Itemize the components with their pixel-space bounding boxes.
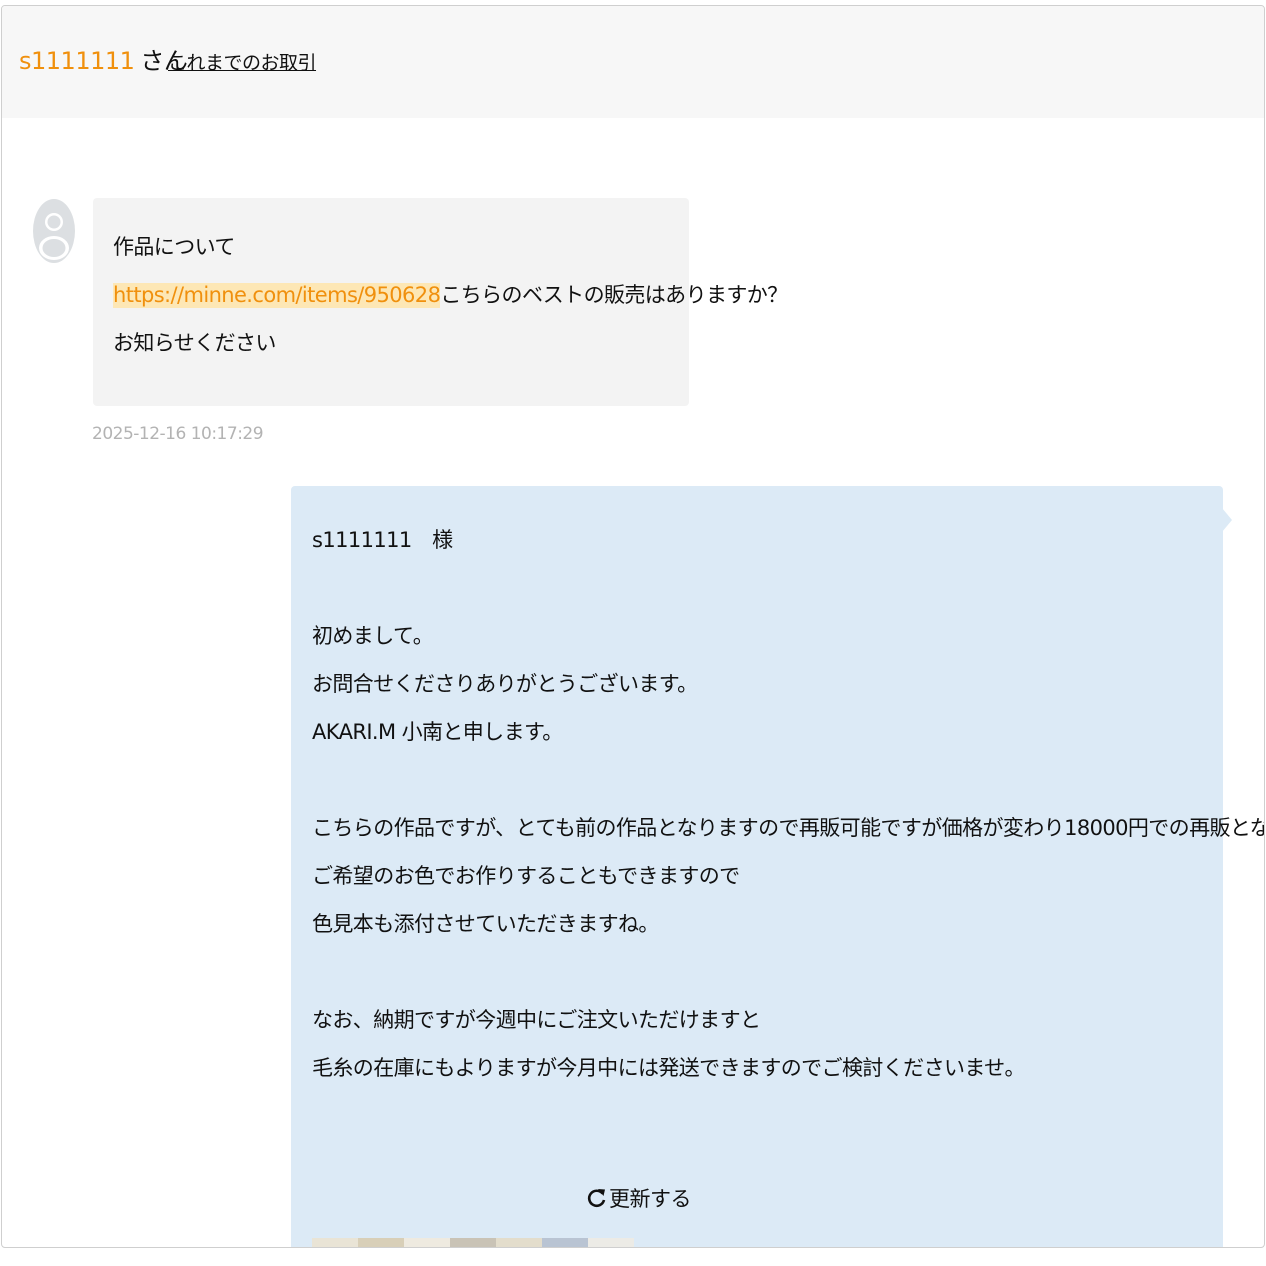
color-swatch xyxy=(312,1238,358,1247)
message-line: AKARI.M 小南と申します。 xyxy=(312,720,563,744)
color-swatch xyxy=(358,1238,404,1247)
message-line: お問合せくださりありがとうございます。 xyxy=(312,672,698,696)
message-line: お知らせください xyxy=(113,331,276,355)
refresh-button[interactable]: 更新する xyxy=(587,1184,692,1214)
color-swatch xyxy=(588,1238,634,1247)
attached-color-sample-image[interactable] xyxy=(312,1238,634,1247)
partner-name: s1111111 さん xyxy=(19,46,188,76)
avatar[interactable] xyxy=(33,199,75,263)
message-line: 初めまして。 xyxy=(312,624,434,648)
refresh-label: 更新する xyxy=(609,1187,692,1211)
message-window: s1111111 さん これまでのお取引 作品について https://minne… xyxy=(1,5,1265,1248)
bubble-tail xyxy=(1222,508,1232,532)
conversation-header: s1111111 さん これまでのお取引 xyxy=(2,6,1264,118)
user-avatar-icon xyxy=(33,199,75,263)
color-swatch xyxy=(496,1238,542,1247)
partner-username[interactable]: s1111111 xyxy=(19,47,135,75)
transaction-history-link[interactable]: これまでのお取引 xyxy=(168,50,317,76)
message-timestamp: 2025-12-16 10:17:29 xyxy=(92,424,264,444)
incoming-message-bubble: 作品について https://minne.com/items/950628こちら… xyxy=(93,198,788,406)
message-line: 作品について xyxy=(113,235,235,259)
item-link[interactable]: https://minne.com/items/950628 xyxy=(113,283,441,308)
color-swatch xyxy=(450,1238,496,1247)
color-swatch xyxy=(404,1238,450,1247)
color-swatch xyxy=(542,1238,588,1247)
message-line: なお、納期ですが今週中にご注文いただけますと xyxy=(312,1008,761,1032)
message-text: こちらのベストの販売はありますか？ xyxy=(440,283,788,307)
message-line: 色見本も添付させていただきますね。 xyxy=(312,912,659,936)
message-line: こちらの作品ですが、とても前の作品となりますので再販可能ですが価格が変わり180… xyxy=(312,816,1265,840)
message-line: s1111111 様 xyxy=(312,528,453,552)
refresh-icon xyxy=(587,1187,607,1209)
message-line: https://minne.com/items/950628こちらのベストの販売… xyxy=(113,280,788,310)
message-line: ご希望のお色でお作りすることもできますので xyxy=(312,864,740,888)
outgoing-message-bubble: s1111111 様 初めまして。 お問合せくださりありがとうございます。 AK… xyxy=(291,486,1264,1247)
message-line: 毛糸の在庫にもよりますが今月中には発送できますのでご検討くださいませ。 xyxy=(312,1056,1026,1080)
